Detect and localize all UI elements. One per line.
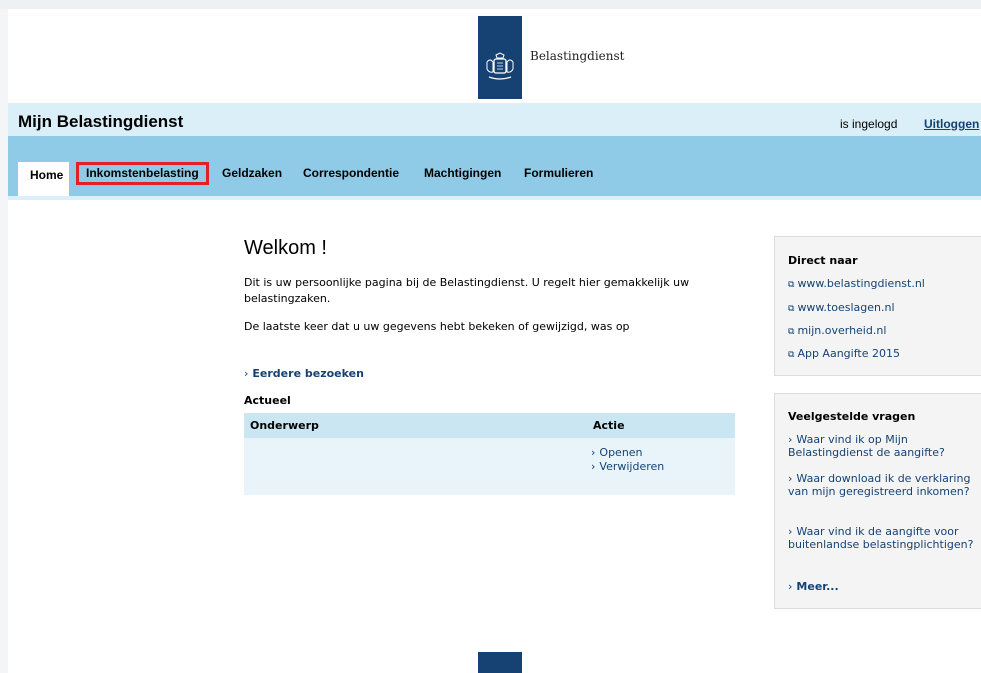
chevron-right-icon: › <box>788 525 793 538</box>
nav-strip <box>8 196 981 200</box>
link-app-aangifte-label: App Aangifte 2015 <box>797 347 900 360</box>
chevron-right-icon: › <box>788 580 793 593</box>
open-link[interactable]: › Openen <box>591 446 643 459</box>
chevron-right-icon: › <box>244 367 249 380</box>
tab-formulieren[interactable]: Formulieren <box>524 166 593 180</box>
faq-item[interactable]: › Waar download ik de verklaring van mijn… <box>788 472 978 498</box>
delete-link[interactable]: › Verwijderen <box>591 460 664 473</box>
tab-machtigingen[interactable]: Machtigingen <box>424 166 501 180</box>
chevron-right-icon: › <box>788 433 793 446</box>
delete-link-label: Verwijderen <box>599 460 665 473</box>
page-title: Welkom ! <box>244 237 327 259</box>
faq-item[interactable]: › Waar vind ik op Mijn Belastingdienst de… <box>788 433 978 459</box>
link-mijn-overheid[interactable]: ⧉ mijn.overheid.nl <box>788 324 978 339</box>
link-mijn-overheid-label: mijn.overheid.nl <box>797 324 887 337</box>
page: Belastingdienst Mijn Belastingdienst is … <box>8 9 981 673</box>
faq-item-label: Waar vind ik op Mijn Belastingdienst de … <box>788 433 945 459</box>
link-belastingdienst-label: www.belastingdienst.nl <box>797 277 925 290</box>
footer-logo-strip <box>478 652 522 673</box>
faq-panel: Veelgestelde vragen › Waar vind ik op Mij… <box>774 393 981 609</box>
logout-link[interactable]: Uitloggen <box>924 117 979 131</box>
last-visit-text: De laatste keer dat u uw gegevens hebt b… <box>244 320 630 333</box>
coat-of-arms-icon <box>486 52 514 80</box>
link-belastingdienst[interactable]: ⧉ www.belastingdienst.nl <box>788 277 978 292</box>
open-link-label: Openen <box>599 446 643 459</box>
tab-geldzaken[interactable]: Geldzaken <box>222 166 282 180</box>
browser-frame-top <box>0 0 981 9</box>
tab-correspondentie[interactable]: Correspondentie <box>303 166 399 180</box>
direct-links-panel: Direct naar ⧉ www.belastingdienst.nl ⧉ www… <box>774 236 981 376</box>
login-status: is ingelogd <box>840 117 898 131</box>
direct-links-title: Direct naar <box>788 254 858 267</box>
actueel-table: Onderwerp Actie › Openen › Verwijderen <box>244 413 735 495</box>
title-bar: Mijn Belastingdienst is ingelogd Uitlogg… <box>8 103 981 136</box>
site-title: Mijn Belastingdienst <box>18 112 184 131</box>
external-link-icon: ⧉ <box>788 304 795 314</box>
faq-item[interactable]: › Waar vind ik de aangifte voor buitenlan… <box>788 525 978 551</box>
link-toeslagen-label: www.toeslagen.nl <box>797 301 895 314</box>
external-link-icon: ⧉ <box>788 280 795 290</box>
tab-home-label: Home <box>30 168 64 182</box>
tab-inkomstenbelasting[interactable]: Inkomstenbelasting <box>86 166 199 180</box>
column-header-subject: Onderwerp <box>250 419 319 432</box>
external-link-icon: ⧉ <box>788 350 795 360</box>
chevron-right-icon: › <box>591 446 596 459</box>
intro-text: Dit is uw persoonlijke pagina bij de Bel… <box>244 276 690 305</box>
external-link-icon: ⧉ <box>788 327 795 337</box>
faq-more-link[interactable]: › Meer... <box>788 580 978 593</box>
chevron-right-icon: › <box>788 472 793 485</box>
earlier-visits-label: Eerdere bezoeken <box>252 367 364 380</box>
faq-item-label: Waar download ik de verklaring van mijn … <box>788 472 971 498</box>
faq-title: Veelgestelde vragen <box>788 410 916 423</box>
chevron-right-icon: › <box>591 460 596 473</box>
link-app-aangifte[interactable]: ⧉ App Aangifte 2015 <box>788 347 978 362</box>
tab-home[interactable]: Home <box>18 162 69 196</box>
link-toeslagen[interactable]: ⧉ www.toeslagen.nl <box>788 301 978 316</box>
section-title-actueel: Actueel <box>244 394 291 407</box>
logo[interactable] <box>478 16 522 99</box>
faq-item-label: Waar vind ik de aangifte voor buitenland… <box>788 525 974 551</box>
column-header-action: Actie <box>593 419 625 432</box>
earlier-visits-link[interactable]: › Eerdere bezoeken <box>244 367 364 380</box>
faq-more-label: Meer... <box>796 580 839 593</box>
brand-name: Belastingdienst <box>530 49 625 63</box>
table-header: Onderwerp Actie <box>244 413 735 438</box>
browser-frame-left <box>0 9 8 673</box>
